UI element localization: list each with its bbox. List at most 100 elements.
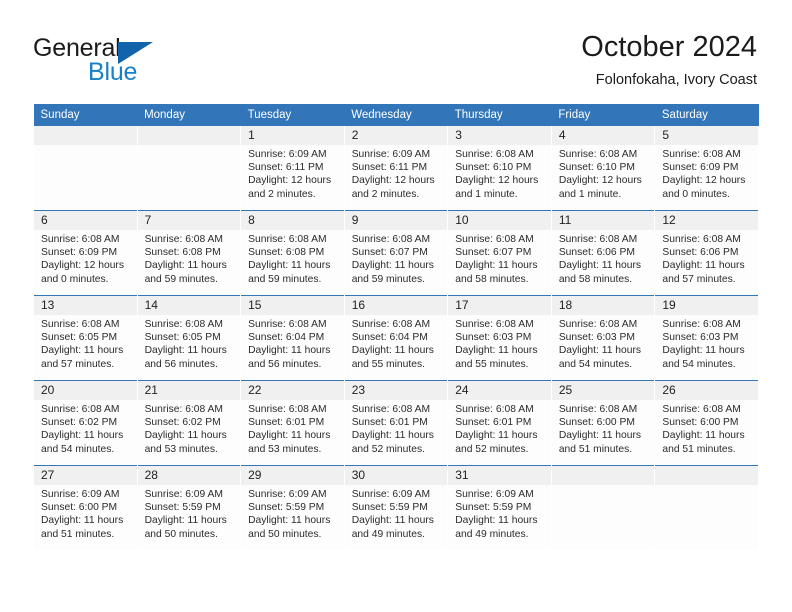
day-details [138, 145, 241, 148]
day-cell[interactable]: 16 Sunrise: 6:08 AM Sunset: 6:04 PM Dayl… [343, 295, 449, 381]
sunrise-text: Sunrise: 6:08 AM [351, 234, 431, 245]
logo-text-blue: Blue [88, 58, 138, 86]
sunset-text: Sunset: 5:59 PM [144, 502, 221, 514]
day-cell[interactable]: 23 Sunrise: 6:08 AM Sunset: 6:01 PM Dayl… [343, 380, 449, 466]
sunrise-text: Sunrise: 6:08 AM [558, 404, 638, 415]
day-cell[interactable]: 10 Sunrise: 6:08 AM Sunset: 6:07 PM Dayl… [447, 210, 552, 296]
day-cell[interactable]: 15 Sunrise: 6:08 AM Sunset: 6:04 PM Dayl… [240, 295, 345, 381]
day-cell[interactable]: 26 Sunrise: 6:08 AM Sunset: 6:00 PM Dayl… [654, 380, 759, 466]
day-cell-inner: 17 Sunrise: 6:08 AM Sunset: 6:03 PM Dayl… [448, 296, 551, 380]
day-cell[interactable]: 3 Sunrise: 6:08 AM Sunset: 6:10 PM Dayli… [447, 126, 552, 211]
day-cell[interactable]: 12 Sunrise: 6:08 AM Sunset: 6:06 PM Dayl… [654, 210, 759, 296]
day-cell[interactable]: 21 Sunrise: 6:08 AM Sunset: 6:02 PM Dayl… [136, 380, 242, 466]
day-cell[interactable]: 8 Sunrise: 6:08 AM Sunset: 6:08 PM Dayli… [240, 210, 345, 296]
calendar-week-row: 20 Sunrise: 6:08 AM Sunset: 6:02 PM Dayl… [33, 380, 759, 466]
daylight-text: Daylight: 11 hours and 50 minutes. [248, 515, 331, 540]
weekday-header-tuesday: Tuesday [240, 104, 345, 126]
day-cell-inner: 21 Sunrise: 6:08 AM Sunset: 6:02 PM Dayl… [137, 381, 241, 465]
sunrise-text: Sunrise: 6:08 AM [144, 234, 223, 245]
sunset-text: Sunset: 6:11 PM [351, 162, 428, 174]
sunrise-text: Sunrise: 6:09 AM [248, 149, 327, 160]
day-cell[interactable]: 20 Sunrise: 6:08 AM Sunset: 6:02 PM Dayl… [33, 380, 138, 466]
day-number: 19 [655, 296, 758, 315]
sunset-text: Sunset: 6:03 PM [662, 332, 739, 344]
day-cell[interactable]: 4 Sunrise: 6:08 AM Sunset: 6:10 PM Dayli… [550, 126, 656, 211]
day-cell[interactable] [136, 126, 242, 211]
daylight-text: Daylight: 12 hours and 2 minutes. [248, 175, 332, 200]
sunset-text: Sunset: 6:09 PM [662, 162, 739, 174]
day-cell[interactable]: 19 Sunrise: 6:08 AM Sunset: 6:03 PM Dayl… [654, 295, 759, 381]
day-number: 25 [551, 381, 655, 400]
day-cell[interactable]: 22 Sunrise: 6:08 AM Sunset: 6:01 PM Dayl… [240, 380, 345, 466]
day-cell-inner [551, 466, 655, 550]
day-cell[interactable]: 1 Sunrise: 6:09 AM Sunset: 6:11 PM Dayli… [240, 126, 345, 211]
day-details: Sunrise: 6:09 AM Sunset: 5:59 PM Dayligh… [138, 485, 241, 541]
day-number: 6 [34, 211, 137, 230]
day-cell[interactable]: 18 Sunrise: 6:08 AM Sunset: 6:03 PM Dayl… [550, 295, 656, 381]
day-details: Sunrise: 6:08 AM Sunset: 6:08 PM Dayligh… [241, 230, 344, 286]
daylight-text: Daylight: 12 hours and 1 minute. [455, 175, 539, 200]
day-cell[interactable]: 14 Sunrise: 6:08 AM Sunset: 6:05 PM Dayl… [136, 295, 242, 381]
sunset-text: Sunset: 6:05 PM [41, 332, 118, 344]
day-number: 23 [344, 381, 448, 400]
weekday-header-sunday: Sunday [33, 104, 138, 126]
day-details: Sunrise: 6:08 AM Sunset: 6:03 PM Dayligh… [552, 315, 655, 371]
day-cell[interactable]: 6 Sunrise: 6:08 AM Sunset: 6:09 PM Dayli… [33, 210, 138, 296]
day-cell-inner: 25 Sunrise: 6:08 AM Sunset: 6:00 PM Dayl… [551, 381, 655, 465]
day-cell-inner: 20 Sunrise: 6:08 AM Sunset: 6:02 PM Dayl… [34, 381, 137, 465]
day-cell[interactable]: 9 Sunrise: 6:08 AM Sunset: 6:07 PM Dayli… [343, 210, 449, 296]
sunrise-text: Sunrise: 6:09 AM [144, 489, 223, 500]
day-cell[interactable]: 30 Sunrise: 6:09 AM Sunset: 5:59 PM Dayl… [343, 465, 449, 551]
day-details: Sunrise: 6:08 AM Sunset: 6:01 PM Dayligh… [448, 400, 551, 456]
day-cell[interactable]: 17 Sunrise: 6:08 AM Sunset: 6:03 PM Dayl… [447, 295, 552, 381]
daylight-text: Daylight: 12 hours and 2 minutes. [351, 175, 435, 200]
sunset-text: Sunset: 6:01 PM [351, 417, 428, 429]
day-cell[interactable]: 27 Sunrise: 6:09 AM Sunset: 6:00 PM Dayl… [33, 465, 138, 551]
sunset-text: Sunset: 6:04 PM [351, 332, 428, 344]
daylight-text: Daylight: 11 hours and 58 minutes. [455, 260, 538, 285]
day-cell-inner: 5 Sunrise: 6:08 AM Sunset: 6:09 PM Dayli… [655, 126, 758, 210]
sunset-text: Sunset: 6:02 PM [41, 417, 118, 429]
sunrise-text: Sunrise: 6:08 AM [662, 404, 741, 415]
daylight-text: Daylight: 11 hours and 54 minutes. [662, 345, 745, 370]
sunrise-text: Sunrise: 6:08 AM [558, 319, 638, 330]
day-cell-inner: 23 Sunrise: 6:08 AM Sunset: 6:01 PM Dayl… [344, 381, 448, 465]
day-cell[interactable]: 13 Sunrise: 6:08 AM Sunset: 6:05 PM Dayl… [33, 295, 138, 381]
day-cell[interactable]: 25 Sunrise: 6:08 AM Sunset: 6:00 PM Dayl… [550, 380, 656, 466]
day-cell[interactable]: 24 Sunrise: 6:08 AM Sunset: 6:01 PM Dayl… [447, 380, 552, 466]
calendar-header-row: Sunday Monday Tuesday Wednesday Thursday… [33, 104, 759, 126]
day-number: 28 [137, 466, 241, 485]
day-cell[interactable]: 5 Sunrise: 6:08 AM Sunset: 6:09 PM Dayli… [654, 126, 759, 211]
day-number [34, 126, 137, 145]
day-cell[interactable]: 29 Sunrise: 6:09 AM Sunset: 5:59 PM Dayl… [240, 465, 345, 551]
general-blue-logo[interactable]: General Blue [33, 34, 263, 90]
weekday-header-row: Sunday Monday Tuesday Wednesday Thursday… [33, 104, 759, 126]
daylight-text: Daylight: 11 hours and 52 minutes. [351, 430, 434, 455]
day-number: 30 [344, 466, 448, 485]
title-block: October 2024 Folonfokaha, Ivory Coast [581, 30, 757, 89]
day-number: 21 [137, 381, 241, 400]
day-cell-inner [34, 126, 137, 210]
sunset-text: Sunset: 6:06 PM [558, 247, 635, 259]
day-cell[interactable] [550, 465, 656, 551]
day-details: Sunrise: 6:08 AM Sunset: 6:06 PM Dayligh… [655, 230, 758, 286]
day-cell-inner: 26 Sunrise: 6:08 AM Sunset: 6:00 PM Dayl… [655, 381, 758, 465]
day-cell[interactable]: 2 Sunrise: 6:09 AM Sunset: 6:11 PM Dayli… [343, 126, 449, 211]
day-cell[interactable] [654, 465, 759, 551]
sunset-text: Sunset: 6:02 PM [144, 417, 221, 429]
daylight-text: Daylight: 11 hours and 49 minutes. [455, 515, 538, 540]
sunset-text: Sunset: 5:59 PM [351, 502, 428, 514]
sunrise-text: Sunrise: 6:08 AM [41, 404, 120, 415]
day-number [137, 126, 241, 145]
daylight-text: Daylight: 11 hours and 56 minutes. [248, 345, 331, 370]
day-cell[interactable]: 11 Sunrise: 6:08 AM Sunset: 6:06 PM Dayl… [550, 210, 656, 296]
sunrise-text: Sunrise: 6:08 AM [41, 319, 120, 330]
day-cell[interactable]: 31 Sunrise: 6:09 AM Sunset: 5:59 PM Dayl… [447, 465, 552, 551]
day-details: Sunrise: 6:08 AM Sunset: 6:03 PM Dayligh… [655, 315, 758, 371]
day-cell[interactable]: 7 Sunrise: 6:08 AM Sunset: 6:08 PM Dayli… [136, 210, 242, 296]
day-cell-inner: 16 Sunrise: 6:08 AM Sunset: 6:04 PM Dayl… [344, 296, 448, 380]
sunrise-text: Sunrise: 6:08 AM [455, 149, 534, 160]
day-cell[interactable]: 28 Sunrise: 6:09 AM Sunset: 5:59 PM Dayl… [136, 465, 242, 551]
sunrise-text: Sunrise: 6:08 AM [455, 234, 534, 245]
day-cell[interactable] [33, 126, 138, 211]
